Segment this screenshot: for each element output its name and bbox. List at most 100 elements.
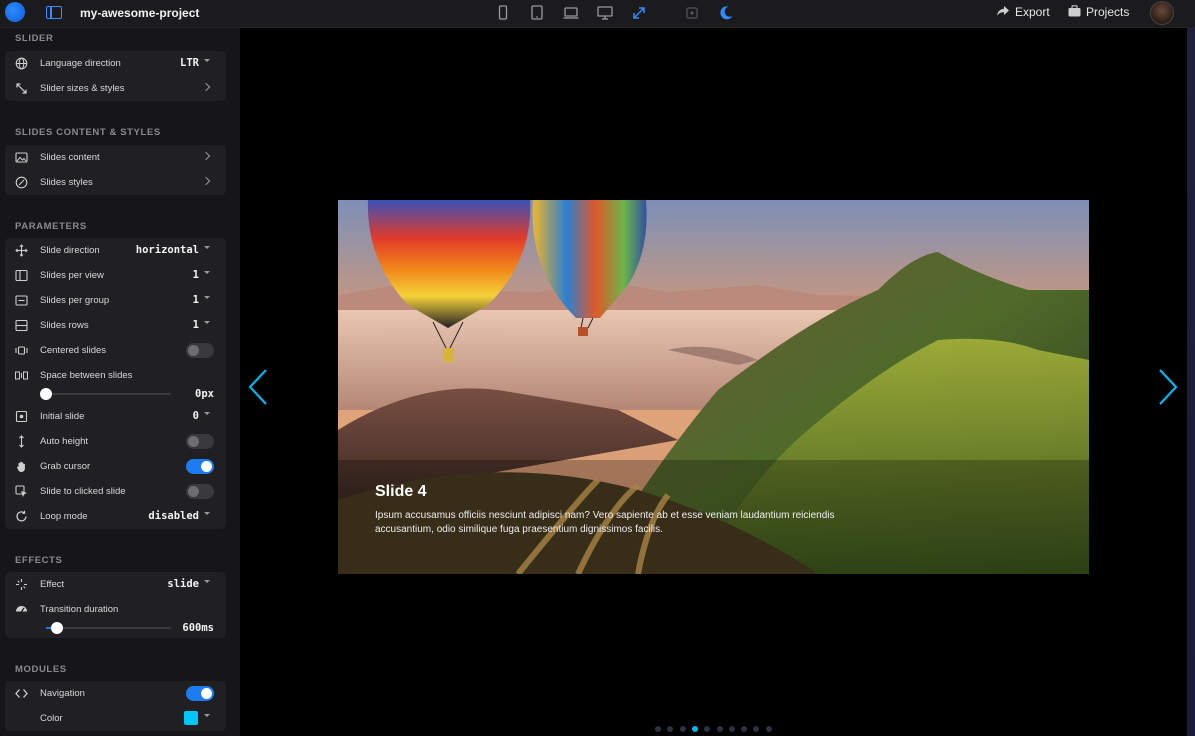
projects-button[interactable]: Projects bbox=[1068, 5, 1129, 20]
row-label: Auto height bbox=[40, 436, 89, 447]
caret-down-icon bbox=[203, 295, 211, 303]
pagination-dot[interactable] bbox=[691, 726, 698, 732]
color-swatch[interactable] bbox=[184, 711, 198, 725]
pagination-dot[interactable] bbox=[716, 726, 723, 732]
projects-label: Projects bbox=[1086, 5, 1130, 19]
navigation-toggle[interactable] bbox=[186, 686, 214, 701]
pagination-dot[interactable] bbox=[765, 726, 772, 732]
row-value: horizontal bbox=[135, 244, 199, 256]
vertical-arrows-icon bbox=[15, 435, 28, 448]
dark-mode-icon[interactable] bbox=[716, 3, 736, 23]
prev-slide-button[interactable] bbox=[247, 368, 269, 406]
slider-sizes-row[interactable]: Slider sizes & styles bbox=[5, 76, 226, 101]
effect-row[interactable]: Effect slide bbox=[5, 572, 226, 597]
caret-down-icon bbox=[203, 320, 211, 328]
auto-height-row: Auto height bbox=[5, 429, 226, 454]
row-label: Slide direction bbox=[40, 245, 100, 256]
tablet-icon[interactable] bbox=[527, 3, 547, 23]
palette-icon bbox=[15, 176, 28, 189]
row-label: Slides rows bbox=[40, 320, 89, 331]
row-value: 1 bbox=[192, 294, 199, 306]
slides-styles-row[interactable]: Slides styles bbox=[5, 170, 226, 195]
loop-icon bbox=[15, 510, 28, 523]
sparkle-icon bbox=[15, 578, 28, 591]
export-button[interactable]: Export bbox=[996, 5, 1050, 20]
slides-per-view-row[interactable]: Slides per view 1 bbox=[5, 263, 226, 288]
centered-slides-row: Centered slides bbox=[5, 338, 226, 363]
preview-icon[interactable] bbox=[682, 3, 702, 23]
desktop-icon[interactable] bbox=[595, 3, 615, 23]
section-title-parameters: PARAMETERS bbox=[15, 221, 87, 232]
row-label: Space between slides bbox=[40, 370, 133, 381]
caret-down-icon bbox=[203, 270, 211, 278]
top-bar: my-awesome-project Export Projects bbox=[0, 0, 1195, 28]
centered-slides-toggle[interactable] bbox=[186, 343, 214, 358]
code-brackets-icon bbox=[15, 687, 28, 700]
row-label: Slides per group bbox=[40, 295, 110, 306]
chevron-right-icon bbox=[201, 151, 211, 161]
row-label: Slides styles bbox=[40, 177, 93, 188]
section-title-effects: EFFECTS bbox=[15, 555, 63, 566]
laptop-icon[interactable] bbox=[561, 3, 581, 23]
slider-thumb[interactable] bbox=[40, 388, 52, 400]
row-label: Transition duration bbox=[40, 604, 119, 615]
row-label: Navigation bbox=[40, 688, 85, 699]
avatar[interactable] bbox=[1150, 1, 1174, 25]
row-value: 0px bbox=[195, 388, 214, 400]
slide-to-clicked-toggle[interactable] bbox=[186, 484, 214, 499]
row-value: slide bbox=[167, 578, 199, 590]
section-title-slider: SLIDER bbox=[15, 33, 54, 44]
group-icon bbox=[15, 294, 28, 307]
pagination-dot[interactable] bbox=[728, 726, 735, 732]
columns-icon bbox=[15, 269, 28, 282]
chevron-left-icon bbox=[248, 369, 267, 405]
navigation-row: Navigation bbox=[5, 681, 226, 706]
export-label: Export bbox=[1015, 5, 1050, 19]
fullscreen-icon[interactable] bbox=[629, 3, 649, 23]
grab-cursor-toggle[interactable] bbox=[186, 459, 214, 474]
app-logo[interactable] bbox=[5, 2, 25, 22]
initial-slide-row[interactable]: Initial slide 0 bbox=[5, 404, 226, 429]
auto-height-toggle[interactable] bbox=[186, 434, 214, 449]
project-name[interactable]: my-awesome-project bbox=[80, 6, 199, 20]
pagination-dot[interactable] bbox=[679, 726, 686, 732]
color-row[interactable]: Color bbox=[5, 706, 226, 731]
caret-down-icon bbox=[203, 511, 211, 519]
space-between-row: Space between slides 0px bbox=[5, 363, 226, 404]
slides-per-group-row[interactable]: Slides per group 1 bbox=[5, 288, 226, 313]
share-arrow-icon bbox=[996, 5, 1010, 20]
section-title-modules: MODULES bbox=[15, 664, 67, 675]
loop-mode-row[interactable]: Loop mode disabled bbox=[5, 504, 226, 529]
caret-down-icon bbox=[203, 411, 211, 419]
row-value: 1 bbox=[192, 269, 199, 281]
language-direction-row[interactable]: Language direction LTR bbox=[5, 51, 226, 76]
slides-content-group: Slides content Slides styles bbox=[5, 145, 226, 195]
row-label: Slides per view bbox=[40, 270, 104, 281]
briefcase-icon bbox=[1068, 5, 1081, 20]
row-value: disabled bbox=[148, 510, 199, 522]
move-arrows-icon bbox=[15, 244, 28, 257]
phone-icon[interactable] bbox=[493, 3, 513, 23]
spacing-icon bbox=[15, 369, 28, 382]
transition-duration-slider[interactable] bbox=[46, 622, 171, 634]
slide-direction-row[interactable]: Slide direction horizontal bbox=[5, 238, 226, 263]
sidebar-toggle-icon[interactable] bbox=[46, 6, 62, 19]
next-slide-button[interactable] bbox=[1157, 368, 1179, 406]
space-between-slider[interactable] bbox=[40, 388, 171, 400]
row-label: Centered slides bbox=[40, 345, 107, 356]
globe-icon bbox=[15, 57, 28, 70]
slides-rows-row[interactable]: Slides rows 1 bbox=[5, 313, 226, 338]
row-label: Language direction bbox=[40, 58, 121, 69]
pagination-dot[interactable] bbox=[655, 726, 661, 732]
row-label: Loop mode bbox=[40, 511, 88, 522]
row-label: Grab cursor bbox=[40, 461, 91, 472]
slider-group: Language direction LTR Slider sizes & st… bbox=[5, 51, 226, 101]
row-label: Initial slide bbox=[40, 411, 85, 422]
center-icon bbox=[15, 344, 28, 357]
chevron-right-icon bbox=[201, 176, 211, 186]
slides-content-row[interactable]: Slides content bbox=[5, 145, 226, 170]
slide-description: Ipsum accusamus officiis nesciunt adipis… bbox=[375, 510, 835, 535]
image-icon bbox=[15, 151, 28, 164]
row-label: Slides content bbox=[40, 152, 100, 163]
slider-thumb[interactable] bbox=[51, 622, 64, 634]
